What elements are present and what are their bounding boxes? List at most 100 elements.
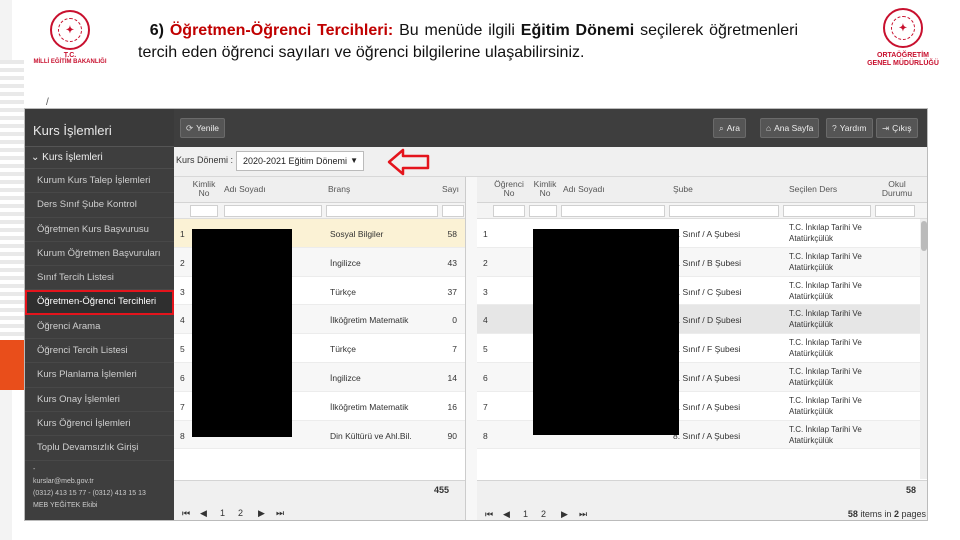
teacher-grid: Kimlik No Adı Soyadı Branş Sayı 1 Sosyal… (174, 177, 466, 520)
row-sube: 8. Sınıf / A Şubesi (673, 401, 741, 412)
scrollbar-thumb[interactable] (921, 221, 927, 251)
exit-button[interactable]: ⇥ Çıkış (876, 118, 918, 138)
row-sayi: 37 (447, 286, 457, 297)
pager-next-button[interactable]: ▶ (561, 509, 568, 520)
row-number: 8 (180, 430, 185, 441)
period-select-value: 2020-2021 Eğitim Dönemi (243, 156, 348, 166)
row-number: 5 (483, 344, 488, 355)
filter-input-sube[interactable] (669, 205, 779, 217)
row-sayi: 0 (452, 315, 457, 326)
search-button[interactable]: ⌕ Ara (713, 118, 746, 138)
logout-icon: ⇥ (882, 123, 890, 133)
row-ders: T.C. İnkılap Tarihi Ve Atatürkçülük (789, 366, 862, 387)
row-brans: İlköğretim Matematik (330, 315, 409, 326)
meb-logo: ✦ T.C. MİLLİ EĞİTİM BAKANLIĞI (24, 10, 116, 65)
pager-last-button[interactable]: ⏭ (276, 508, 284, 519)
pager-next-button[interactable]: ▶ (258, 508, 265, 519)
row-number: 4 (180, 315, 185, 326)
row-number: 1 (180, 229, 185, 239)
row-sube: 8. Sınıf / F Şubesi (673, 344, 741, 355)
filter-input-kimlik[interactable] (190, 205, 218, 217)
caption-bold: Eğitim Dönemi (520, 22, 635, 39)
student-total: 58 (905, 485, 916, 495)
sidebar-item-ogretmen-basvuru[interactable]: Öğretmen Kurs Başvurusu (25, 218, 174, 242)
help-button[interactable]: ? Yardım (826, 118, 873, 138)
filter-input-ad-soyad[interactable] (224, 205, 322, 217)
sidebar-group-label: Kurs İşlemleri (42, 152, 103, 163)
ogm-seal-icon: ✦ (883, 8, 923, 48)
refresh-button[interactable]: ⟳ Yenile (180, 118, 225, 138)
sidebar-item-kurum-basvurulari[interactable]: Kurum Öğretmen Başvuruları (25, 242, 174, 267)
sidebar-item-kurs-talep[interactable]: Kurum Kurs Talep İşlemleri (25, 169, 174, 194)
col-header-ad-soyad[interactable]: Adı Soyadı (224, 185, 266, 194)
row-ders: T.C. İnkılap Tarihi Ve Atatürkçülük (789, 395, 862, 416)
period-select[interactable]: 2020-2021 Eğitim Dönemi ▼ (236, 151, 364, 171)
filter-input-ogrenci-no[interactable] (493, 205, 525, 217)
chevron-down-icon: ⌄ (31, 152, 40, 163)
row-brans: İngilizce (330, 372, 361, 383)
row-number: 3 (180, 286, 185, 297)
home-button[interactable]: ⌂ Ana Sayfa (760, 118, 820, 138)
row-brans: Sosyal Bilgiler (330, 229, 384, 239)
col-header-kimlik[interactable]: Kimlik No (192, 180, 216, 198)
row-number: 1 (483, 229, 488, 239)
row-sayi: 16 (447, 401, 457, 412)
row-sayi: 14 (447, 372, 457, 383)
sidebar-item-ogrenci-tercih[interactable]: Öğrenci Tercih Listesi (25, 339, 174, 364)
sidebar-email: kurslar@meb.gov.tr (33, 478, 94, 485)
row-ders: T.C. İnkılap Tarihi Ve Atatürkçülük (789, 309, 862, 330)
filter-input-sayi[interactable] (442, 205, 464, 217)
filter-input-brans[interactable] (326, 205, 438, 217)
col-header-kimlik-no[interactable]: Kimlik No (531, 180, 559, 198)
sidebar-item-kurs-onay[interactable]: Kurs Onay İşlemleri (25, 388, 174, 412)
col-header-secilen-ders[interactable]: Seçilen Ders (789, 185, 837, 194)
pager-prev-button[interactable]: ◀ (200, 508, 207, 519)
filter-input-kimlik-no[interactable] (529, 205, 557, 217)
sidebar-item-ders-sinif[interactable]: Ders Sınıf Şube Kontrol (25, 193, 174, 218)
sidebar-item-toplu-devamsizlik[interactable]: Toplu Devamsızlık Girişi (25, 436, 174, 461)
sidebar-item-kurs-planlama[interactable]: Kurs Planlama İşlemleri (25, 363, 174, 388)
pager-last-button[interactable]: ⏭ (579, 509, 587, 520)
pager-first-button[interactable]: ⏮ (182, 508, 190, 519)
col-header-ogrenci-no[interactable]: Öğrenci No (491, 180, 527, 198)
row-brans: İngilizce (330, 257, 361, 268)
app-window: Kurs İşlemleri ⌄ Kurs İşlemleri Kurum Ku… (24, 108, 928, 521)
slide-caption: 6) Öğretmen-Öğrenci Tercihleri: Bu menüd… (138, 20, 798, 64)
pager-first-button[interactable]: ⏮ (485, 509, 493, 520)
col-header-sube[interactable]: Şube (673, 185, 693, 194)
sidebar: Kurs İşlemleri ⌄ Kurs İşlemleri Kurum Ku… (25, 109, 174, 520)
pager-page-1[interactable]: 1 (523, 509, 528, 519)
row-sayi: 7 (452, 344, 457, 355)
row-sayi: 58 (447, 229, 457, 239)
sidebar-item-ogretmen-ogrenci-tercihleri[interactable]: Öğretmen-Öğrenci Tercihleri (25, 290, 174, 315)
meb-seal-icon: ✦ (50, 10, 90, 50)
col-header-sayi[interactable]: Sayı (442, 185, 459, 194)
student-grid: Öğrenci No Kimlik No Adı Soyadı Şube Seç… (477, 177, 927, 520)
period-label: Kurs Dönemi : (176, 155, 234, 165)
question-icon: ? (832, 123, 837, 133)
sidebar-item-kurs-ogrenci[interactable]: Kurs Öğrenci İşlemleri (25, 412, 174, 437)
logo-left-line2: MİLLİ EĞİTİM BAKANLIĞI (33, 59, 107, 65)
col-header-brans[interactable]: Branş (328, 185, 350, 194)
filter-input-secilen-ders[interactable] (783, 205, 871, 217)
sidebar-item-sinif-tercih[interactable]: Sınıf Tercih Listesi (25, 266, 174, 291)
pager-prev-button[interactable]: ◀ (503, 509, 510, 520)
sidebar-item-ogrenci-arama[interactable]: Öğrenci Arama (25, 315, 174, 340)
filter-input-ad-soyad[interactable] (561, 205, 665, 217)
pager-page-1[interactable]: 1 (220, 508, 225, 518)
col-header-ad-soyad[interactable]: Adı Soyadı (563, 185, 605, 194)
pager-info: 58 items in 2 pages (847, 509, 926, 519)
col-header-okul-durumu[interactable]: Okul Durumu (877, 180, 917, 198)
sidebar-group-kurs[interactable]: ⌄ Kurs İşlemleri (25, 147, 174, 169)
pager-page-2[interactable]: 2 (541, 509, 546, 519)
sidebar-footer: - kurslar@meb.gov.tr (0312) 413 15 77 - … (25, 464, 174, 512)
row-number: 4 (483, 315, 488, 326)
refresh-icon: ⟳ (186, 123, 194, 133)
pager-page-2[interactable]: 2 (238, 508, 243, 518)
student-grid-scrollbar[interactable] (920, 219, 927, 479)
caption-text-1: Bu menüde ilgili (399, 22, 515, 39)
row-sube: 8. Sınıf / A Şubesi (673, 430, 741, 441)
filter-input-okul-durumu[interactable] (875, 205, 915, 217)
row-number: 6 (180, 372, 185, 383)
row-number: 7 (180, 401, 185, 412)
